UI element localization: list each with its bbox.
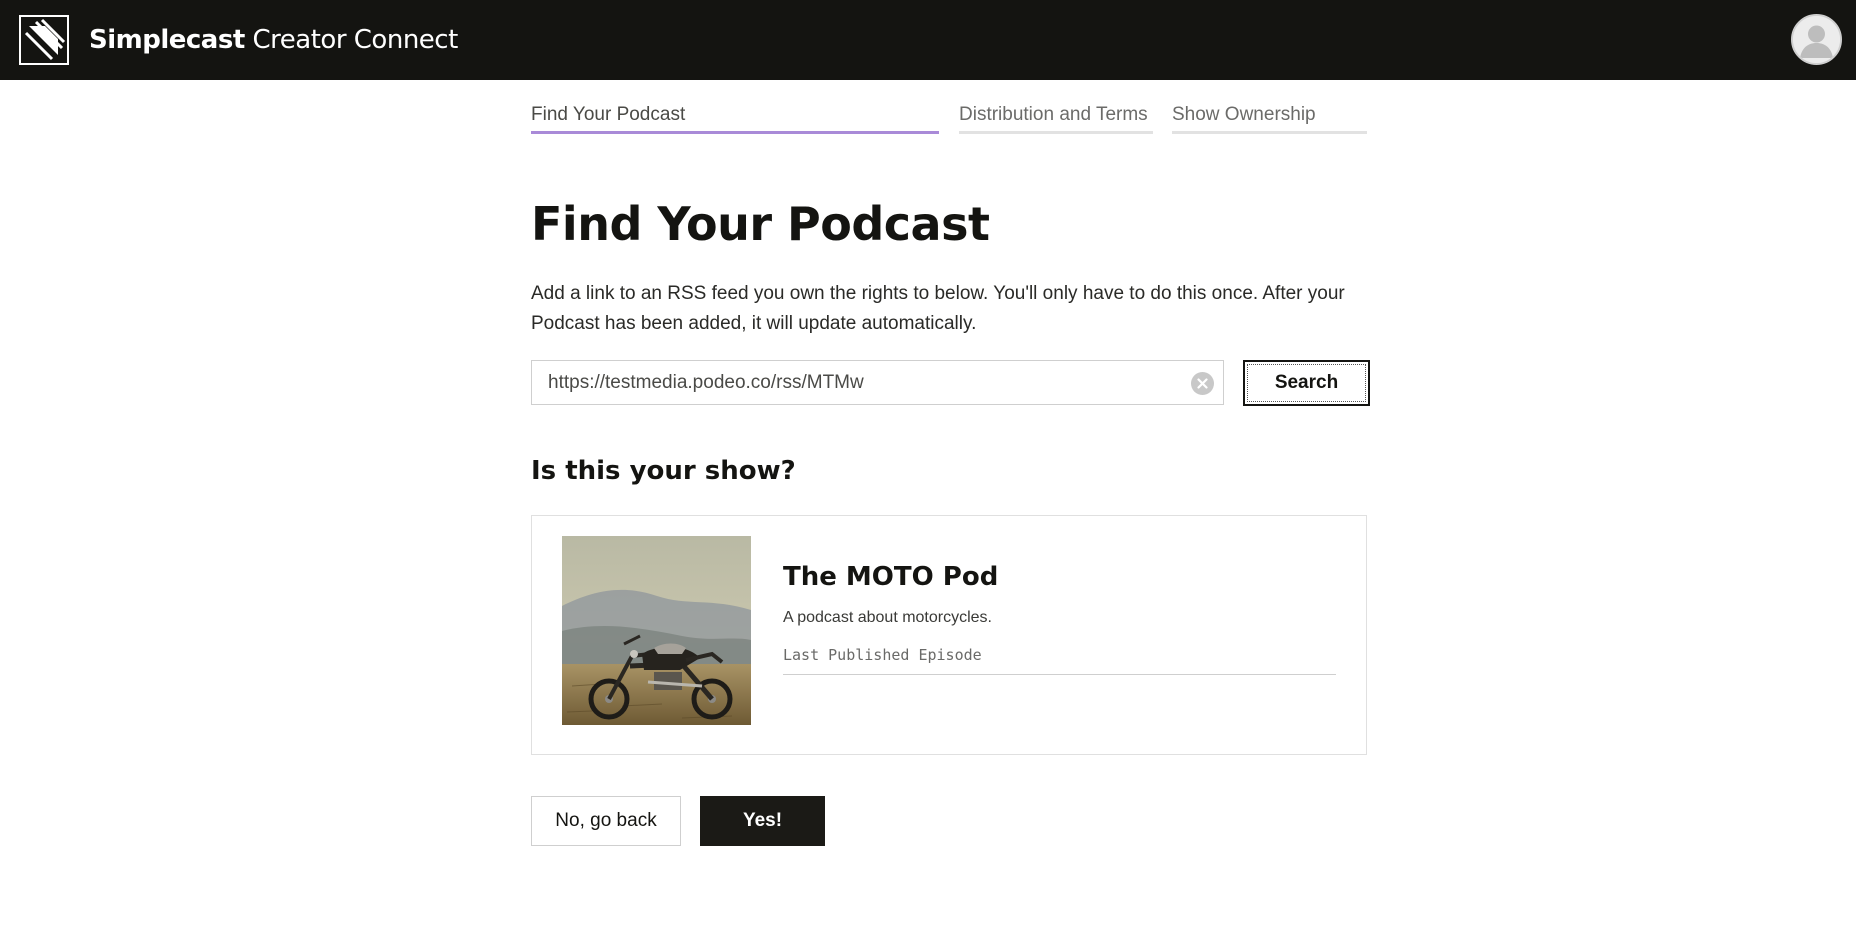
motorcycle-cover-image — [562, 536, 751, 725]
show-description: A podcast about motorcycles. — [783, 609, 992, 626]
show-card: The MOTO Pod A podcast about motorcycles… — [531, 515, 1367, 755]
yes-confirm-button[interactable]: Yes! — [700, 796, 825, 846]
step-distribution-and-terms[interactable]: Distribution and Terms — [959, 104, 1153, 134]
search-button[interactable]: Search — [1243, 360, 1370, 406]
show-title: The MOTO Pod — [783, 562, 999, 592]
brand-product: Creator Connect — [252, 25, 459, 55]
rss-url-input[interactable] — [532, 361, 1223, 404]
step-find-your-podcast[interactable]: Find Your Podcast — [531, 104, 939, 134]
confirm-heading: Is this your show? — [531, 456, 796, 486]
step-show-ownership[interactable]: Show Ownership — [1172, 104, 1367, 134]
brand-name: Simplecast — [89, 25, 245, 55]
last-published-episode-label: Last Published Episode — [783, 645, 1336, 675]
clear-circle-icon[interactable] — [1191, 372, 1214, 395]
intro-text: Add a link to an RSS feed you own the ri… — [531, 283, 1345, 334]
top-bar: Simplecast Creator Connect — [0, 0, 1856, 80]
page-title: Find Your Podcast — [531, 197, 990, 251]
no-go-back-button[interactable]: No, go back — [531, 796, 681, 846]
simplecast-logo-icon[interactable] — [19, 15, 69, 65]
rss-search-field — [531, 360, 1224, 405]
user-avatar-icon[interactable] — [1791, 14, 1842, 65]
app-brand: Simplecast Creator Connect — [89, 24, 458, 56]
